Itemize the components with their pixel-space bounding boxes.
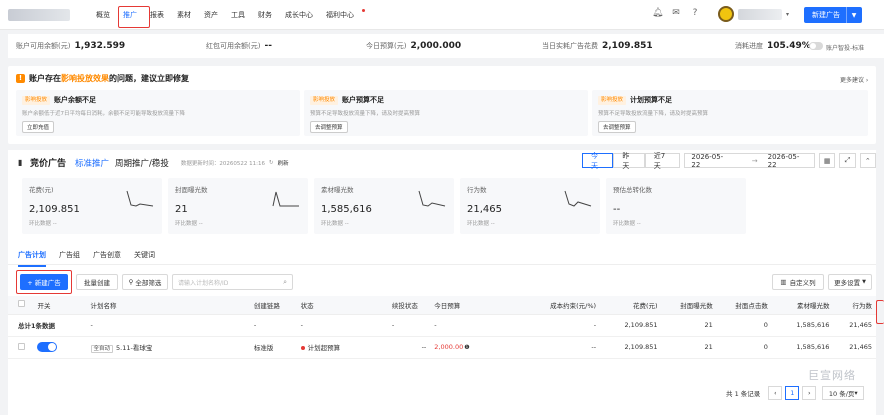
avatar[interactable]	[718, 6, 734, 22]
warning-icon: !	[16, 74, 25, 83]
stat-spend: 当日实耗广告花费 2,109.851	[542, 41, 653, 51]
menu-overview[interactable]: 概览	[96, 10, 110, 20]
smart-bid-toggle[interactable]: 账户智投-标准	[809, 42, 864, 52]
table-row[interactable]: 全自动 5.11-看球宝 标准版 计划超预算 -- 2,000.00❶ -- 2,…	[8, 336, 876, 359]
stat-redpack: 红包可用余额(元) --	[206, 41, 272, 51]
message-icon[interactable]: ✉	[671, 8, 681, 18]
nav-tools: 🔔︎ ✉ ?	[652, 8, 709, 18]
table-total-row: 总计1条数据 - - - - - - 2,109.851 21 0 1,585,…	[8, 314, 876, 337]
collapse-icon[interactable]: ⌃	[859, 153, 876, 168]
alert-card-plan-budget: 影响投放 计划预算不足 预算不足导致投放流量下降，请及时提高预算 去调整预算	[592, 90, 868, 136]
menu-material[interactable]: 素材	[177, 10, 191, 20]
highlight-box-right	[876, 300, 884, 324]
chevron-down-icon: ▼	[862, 279, 866, 285]
campaign-table: 开关 计划名称 创建链路 状态 续投状态 今日预算 成本约束(元/%) 花费(元…	[8, 296, 876, 359]
menu-tools[interactable]: 工具	[231, 10, 245, 20]
help-icon[interactable]: ?	[690, 8, 700, 18]
menu-welfare[interactable]: 福利中心	[326, 10, 354, 20]
metric-spend[interactable]: 花费(元) 2,109.851 环比数据 --	[22, 178, 162, 234]
pagination: 共 1 条记录 ‹ 1 › 10 条/页 ▾	[726, 386, 865, 400]
adjust-plan-budget-button[interactable]: 去调整预算	[598, 121, 636, 133]
highlight-box-promote	[118, 6, 150, 28]
recharge-button[interactable]: 立即充值	[22, 121, 55, 133]
page-size-select[interactable]: 10 条/页 ▾	[822, 386, 865, 400]
menu-growth[interactable]: 成长中心	[285, 10, 313, 20]
date-yesterday[interactable]: 昨天	[613, 152, 645, 170]
sparkline-cover-exposure	[272, 191, 299, 207]
metric-actions[interactable]: 行为数 21,465 环比数据 --	[460, 178, 600, 234]
stat-balance: 账户可用余额(元) 1,932.599	[16, 41, 126, 51]
auto-tag: 全自动	[90, 345, 114, 353]
search-icon[interactable]: ⌕	[283, 278, 287, 287]
account-stats-bar: 账户可用余额(元) 1,932.599 红包可用余额(元) -- 今日预算(元) 2,…	[8, 34, 884, 58]
columns-icon: ▥	[780, 278, 787, 286]
date-today[interactable]: 今天	[582, 152, 614, 170]
sparkline-spend	[126, 190, 154, 207]
sparkline-material-exposure	[418, 190, 446, 207]
metric-conversions[interactable]: 预估总转化数 -- 环比数据 --	[606, 178, 746, 234]
date-range-picker[interactable]: 2026-05-22 → 2026-05-22	[684, 153, 815, 169]
bell-icon[interactable]: 🔔︎	[652, 8, 663, 18]
select-all-checkbox[interactable]	[8, 296, 34, 315]
highlight-box-new-ad	[16, 270, 72, 294]
more-settings-button[interactable]: 更多设置 ▼	[828, 274, 872, 290]
menu-report[interactable]: 报表	[150, 10, 164, 20]
prev-page-icon[interactable]: ‹	[768, 386, 783, 400]
top-nav: 概览 推广 报表 素材 资产 工具 财务 成长中心 福利中心 🔔︎ ✉ ? ▾ …	[0, 0, 884, 30]
promo-mode[interactable]: 标准推广	[75, 157, 109, 169]
period-chevron-icon[interactable]: ▾	[155, 157, 158, 164]
new-ad-dropdown-button[interactable]: 新建广告 ▼	[804, 7, 862, 23]
logo	[8, 9, 70, 21]
main-panel: ▮ 竞价广告 标准推广 周期推广/稳投 ▾ 数据更新时间：20260522 11…	[8, 150, 884, 415]
account-chevron-icon[interactable]: ▾	[786, 11, 789, 18]
sparkline-actions	[564, 190, 592, 207]
plan-name-link[interactable]: 5.11-看球宝	[116, 344, 152, 352]
calendar-icon[interactable]: ▦	[819, 153, 836, 168]
custom-columns-button[interactable]: ▥ 自定义列	[772, 274, 824, 290]
metric-material-exposure[interactable]: 素材曝光数 1,585,616 环比数据 --	[314, 178, 454, 234]
welfare-dot	[362, 9, 365, 12]
menu-assets[interactable]: 资产	[204, 10, 218, 20]
promo-period[interactable]: 周期推广/稳投	[115, 157, 169, 169]
stat-budget: 今日预算(元) 2,000.000	[366, 41, 462, 51]
row-checkbox[interactable]	[8, 336, 34, 359]
search-input[interactable]: 请输入计划名称/ID ⌕	[172, 274, 293, 290]
metric-cover-exposure[interactable]: 封面曝光数 21 环比数据 --	[168, 178, 308, 234]
section-header: ▮ 竞价广告 标准推广 周期推广/稳投 ▾ 数据更新时间：20260522 11…	[18, 156, 293, 169]
row-switch[interactable]	[33, 336, 87, 359]
table-header-row: 开关 计划名称 创建链路 状态 续投状态 今日预算 成本约束(元/%) 花费(元…	[8, 296, 876, 315]
budget-cell[interactable]: 2,000.00❶	[430, 336, 499, 359]
alert-title: ! 账户存在 影响投放效果 的问题，建议立即修复	[16, 73, 189, 84]
next-page-icon[interactable]: ›	[802, 386, 817, 400]
refresh-icon[interactable]: ↻	[269, 160, 274, 166]
stat-progress: 消耗进度 105.49%	[735, 41, 811, 51]
update-time: 数据更新时间：20260522 11:16	[180, 160, 265, 167]
fullscreen-icon[interactable]: ⤢	[839, 153, 856, 168]
date-range-bar: 今天 昨天 近7天 2026-05-22 → 2026-05-22 ▦ ⤢ ⌃	[582, 152, 876, 170]
alert-card-account-budget: 影响投放 账户预算不足 预算不足导致投放流量下降，请及时提高预算 去调整预算	[304, 90, 588, 136]
more-suggestions-link[interactable]: 更多建议 ›	[840, 75, 868, 84]
refresh-button[interactable]: 刷新	[278, 159, 289, 167]
watermark: 巨宣网络	[808, 369, 856, 382]
adjust-budget-button[interactable]: 去调整预算	[310, 121, 348, 133]
account-alert-panel: ! 账户存在 影响投放效果 的问题，建议立即修复 更多建议 › 影响投放 账户余额不足…	[8, 66, 876, 144]
chevron-down-icon[interactable]: ▼	[847, 12, 861, 19]
toggle-switch[interactable]	[809, 42, 823, 50]
filter-icon: ⚲	[128, 278, 134, 286]
tabs-divider	[8, 264, 876, 265]
menu-finance[interactable]: 财务	[258, 10, 272, 20]
status-badge: 计划超预算	[296, 336, 388, 359]
batch-create-button[interactable]: 批量创建	[76, 274, 118, 290]
account-name[interactable]	[738, 9, 782, 20]
filter-button[interactable]: ⚲ 全部筛选	[122, 274, 168, 290]
table-toolbar: + 新建广告 批量创建 ⚲ 全部筛选 请输入计划名称/ID ⌕ ▥ 自定义列 更多设…	[8, 270, 876, 294]
page-title: 竞价广告	[30, 159, 67, 169]
info-icon: ❶	[464, 344, 470, 351]
page-1[interactable]: 1	[785, 386, 800, 400]
date-7days[interactable]: 近7天	[644, 152, 681, 170]
alert-card-balance: 影响投放 账户余额不足 账户余额低于近7日平均每日消耗，余额不足可能导致投放流量下…	[16, 90, 300, 136]
chart-icon: ▮	[18, 158, 23, 167]
new-ad-label[interactable]: 新建广告	[804, 7, 847, 23]
